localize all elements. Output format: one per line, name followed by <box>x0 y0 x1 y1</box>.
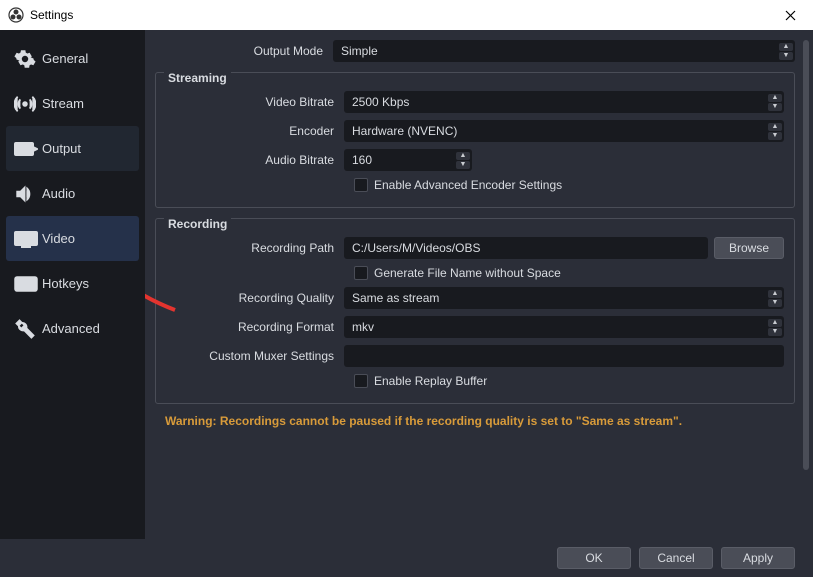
speaker-icon <box>14 183 42 205</box>
checkbox-icon <box>354 266 368 280</box>
recording-quality-label: Recording Quality <box>166 291 344 305</box>
browse-button[interactable]: Browse <box>714 237 784 259</box>
sidebar-item-label: General <box>42 51 88 66</box>
recording-path-label: Recording Path <box>166 241 344 255</box>
encoder-select[interactable]: Hardware (NVENC)▲▼ <box>344 120 784 142</box>
recording-format-label: Recording Format <box>166 320 344 334</box>
output-icon <box>14 140 42 158</box>
monitor-icon <box>14 230 42 248</box>
sidebar-item-stream[interactable]: Stream <box>6 81 139 126</box>
tools-icon <box>14 318 42 340</box>
muxer-label: Custom Muxer Settings <box>166 349 344 363</box>
footer: OK Cancel Apply <box>0 539 813 577</box>
sidebar-item-label: Audio <box>42 186 75 201</box>
recording-legend: Recording <box>164 217 231 231</box>
video-bitrate-input[interactable]: 2500 Kbps▲▼ <box>344 91 784 113</box>
sidebar: General Stream Output Audio Video Hotkey… <box>0 30 145 539</box>
window-title: Settings <box>30 8 73 22</box>
scrollbar[interactable] <box>803 40 809 470</box>
checkbox-icon <box>354 178 368 192</box>
keyboard-icon <box>14 276 42 292</box>
app-icon <box>8 7 24 23</box>
warning-text: Warning: Recordings cannot be paused if … <box>165 414 795 428</box>
encoder-label: Encoder <box>166 124 344 138</box>
video-bitrate-label: Video Bitrate <box>166 95 344 109</box>
muxer-input[interactable] <box>344 345 784 367</box>
recording-group: Recording Recording Path C:/Users/M/Vide… <box>155 218 795 404</box>
broadcast-icon <box>14 93 42 115</box>
output-mode-select[interactable]: Simple▲▼ <box>333 40 795 62</box>
filename-nospace-checkbox[interactable]: Generate File Name without Space <box>354 266 784 280</box>
replay-buffer-checkbox[interactable]: Enable Replay Buffer <box>354 374 784 388</box>
audio-bitrate-select[interactable]: 160▲▼ <box>344 149 472 171</box>
sidebar-item-label: Hotkeys <box>42 276 89 291</box>
apply-button[interactable]: Apply <box>721 547 795 569</box>
titlebar: Settings <box>0 0 813 30</box>
checkbox-icon <box>354 374 368 388</box>
ok-button[interactable]: OK <box>557 547 631 569</box>
recording-format-select[interactable]: mkv▲▼ <box>344 316 784 338</box>
sidebar-item-advanced[interactable]: Advanced <box>6 306 139 351</box>
sidebar-item-general[interactable]: General <box>6 36 139 81</box>
sidebar-item-video[interactable]: Video <box>6 216 139 261</box>
sidebar-item-output[interactable]: Output <box>6 126 139 171</box>
streaming-group: Streaming Video Bitrate 2500 Kbps▲▼ Enco… <box>155 72 795 208</box>
sidebar-item-label: Output <box>42 141 81 156</box>
sidebar-item-hotkeys[interactable]: Hotkeys <box>6 261 139 306</box>
streaming-legend: Streaming <box>164 71 231 85</box>
sidebar-item-label: Video <box>42 231 75 246</box>
sidebar-item-audio[interactable]: Audio <box>6 171 139 216</box>
close-button[interactable] <box>767 0 813 30</box>
content-area: Output Mode Simple▲▼ Streaming Video Bit… <box>145 30 813 539</box>
sidebar-item-label: Stream <box>42 96 84 111</box>
recording-path-input[interactable]: C:/Users/M/Videos/OBS <box>344 237 708 259</box>
gear-icon <box>14 48 42 70</box>
output-mode-label: Output Mode <box>155 44 333 58</box>
advanced-encoder-checkbox[interactable]: Enable Advanced Encoder Settings <box>354 178 784 192</box>
audio-bitrate-label: Audio Bitrate <box>166 153 344 167</box>
recording-quality-select[interactable]: Same as stream▲▼ <box>344 287 784 309</box>
cancel-button[interactable]: Cancel <box>639 547 713 569</box>
sidebar-item-label: Advanced <box>42 321 100 336</box>
